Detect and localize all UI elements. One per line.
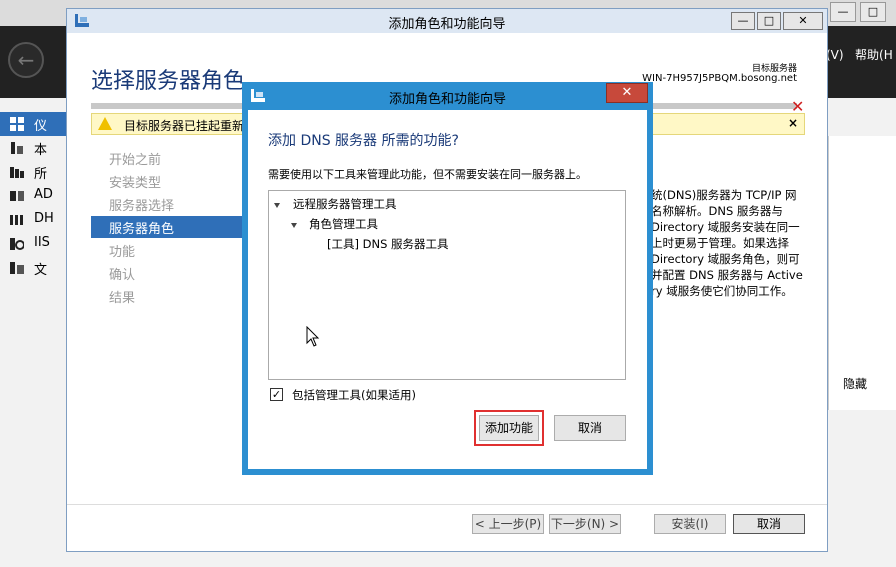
desc-line: 名称解析。DNS 服务器与 [651, 204, 783, 218]
step-before-you-begin[interactable]: 开始之前 [109, 149, 161, 168]
sm-minimize-button[interactable]: — [830, 2, 856, 22]
sm-maximize-button[interactable]: □ [860, 2, 886, 22]
include-tools-checkbox[interactable]: ✓ [270, 388, 283, 401]
hide-link[interactable]: 隐藏 [843, 375, 867, 392]
wizard-close-button[interactable]: ✕ [783, 12, 823, 30]
sm-nav-label: AD [34, 187, 53, 202]
wizard-minimize-button[interactable]: — [731, 12, 755, 30]
step-server-selection[interactable]: 服务器选择 [109, 195, 174, 214]
iis-icon [10, 238, 24, 250]
dialog-title: 添加角色和功能向导 [388, 92, 506, 107]
step-results[interactable]: 结果 [109, 287, 135, 306]
required-features-dialog: 添加角色和功能向导 ✕ 添加 DNS 服务器 所需的功能? 需要使用以下工具来管… [242, 82, 653, 475]
footer-divider [67, 504, 827, 505]
server-icon [11, 142, 23, 154]
warning-close-icon[interactable]: × [788, 116, 798, 130]
desc-line: 上时更易于管理。如果选择 [651, 236, 789, 250]
expand-triangle-icon[interactable] [291, 223, 297, 228]
wizard-titlebar: 添加角色和功能向导 — □ ✕ [67, 9, 827, 33]
sm-nav-label: DH [34, 211, 54, 226]
step-label: 服务器角色 [109, 222, 175, 237]
wizard-maximize-button[interactable]: □ [757, 12, 781, 30]
role-description: 统(DNS)服务器为 TCP/IP 网 名称解析。DNS 服务器与 Direct… [651, 187, 803, 299]
sm-nav-label: 仪 [34, 119, 48, 134]
prev-button[interactable]: < 上一步(P) [472, 514, 544, 534]
dialog-instruction: 需要使用以下工具来管理此功能，但不需要安装在同一服务器上。 [268, 168, 587, 181]
desc-line: ry 域服务使它们协同工作。 [651, 284, 793, 298]
file-services-icon [10, 262, 24, 274]
tree-item: 远程服务器管理工具 [293, 197, 397, 211]
sm-nav-label: 所 [34, 167, 48, 182]
sm-nav-item-local[interactable]: 本 [0, 136, 66, 160]
sm-nav-item-dhcp[interactable]: DH [0, 208, 66, 232]
install-button[interactable]: 安装(I) [654, 514, 726, 534]
desc-line: Directory 域服务角色，则可 [651, 252, 800, 266]
servers-icon [10, 167, 24, 178]
page-title: 选择服务器角色 [91, 69, 246, 94]
sm-nav-item-iis[interactable]: IIS [0, 232, 66, 256]
include-tools-label: 包括管理工具(如果适用) [292, 388, 416, 402]
step-install-type[interactable]: 安装类型 [109, 172, 161, 191]
wizard-title: 添加角色和功能向导 [388, 17, 506, 32]
sm-menu-text[interactable]: (V) 帮助(H [826, 46, 893, 63]
sm-nav-item-files[interactable]: 文 [0, 256, 66, 280]
next-button[interactable]: 下一步(N) > [549, 514, 621, 534]
warning-icon [98, 117, 112, 130]
add-features-button[interactable]: 添加功能 [479, 415, 539, 441]
dialog-cancel-button[interactable]: 取消 [554, 415, 626, 441]
desc-line: 并配置 DNS 服务器与 Active [651, 268, 803, 282]
ad-icon [10, 191, 24, 201]
dialog-heading: 添加 DNS 服务器 所需的功能? [268, 133, 459, 149]
desc-line: Directory 域服务安装在同一 [651, 220, 800, 234]
dhcp-icon [10, 215, 23, 225]
step-features[interactable]: 功能 [109, 241, 135, 260]
sm-nav-label: IIS [34, 235, 50, 250]
step-confirmation[interactable]: 确认 [109, 264, 135, 283]
features-tree: 远程服务器管理工具 角色管理工具 [工具] DNS 服务器工具 [268, 190, 626, 380]
sm-tile-panel [828, 136, 896, 410]
tree-item: 角色管理工具 [309, 217, 378, 231]
tree-item: [工具] DNS 服务器工具 [327, 237, 449, 251]
dialog-titlebar: 添加角色和功能向导 ✕ [242, 82, 653, 110]
sm-nav-item-all[interactable]: 所 [0, 160, 66, 184]
cancel-button[interactable]: 取消 [733, 514, 805, 534]
mouse-cursor-icon [306, 326, 320, 347]
sm-nav-item-ad[interactable]: AD [0, 184, 66, 208]
dialog-client: 添加 DNS 服务器 所需的功能? 需要使用以下工具来管理此功能，但不需要安装在… [248, 110, 647, 469]
desc-line: 统(DNS)服务器为 TCP/IP 网 [651, 188, 797, 202]
sm-nav-label: 文 [34, 263, 48, 278]
sm-nav-item-dashboard[interactable]: 仪 [0, 112, 66, 136]
dialog-close-button[interactable]: ✕ [606, 83, 648, 103]
expand-triangle-icon[interactable] [274, 203, 280, 208]
step-server-roles[interactable]: 服务器角色 [91, 216, 246, 238]
dashboard-icon [10, 117, 24, 131]
back-arrow-icon[interactable]: ← [8, 42, 44, 78]
sm-nav-label: 本 [34, 143, 48, 158]
